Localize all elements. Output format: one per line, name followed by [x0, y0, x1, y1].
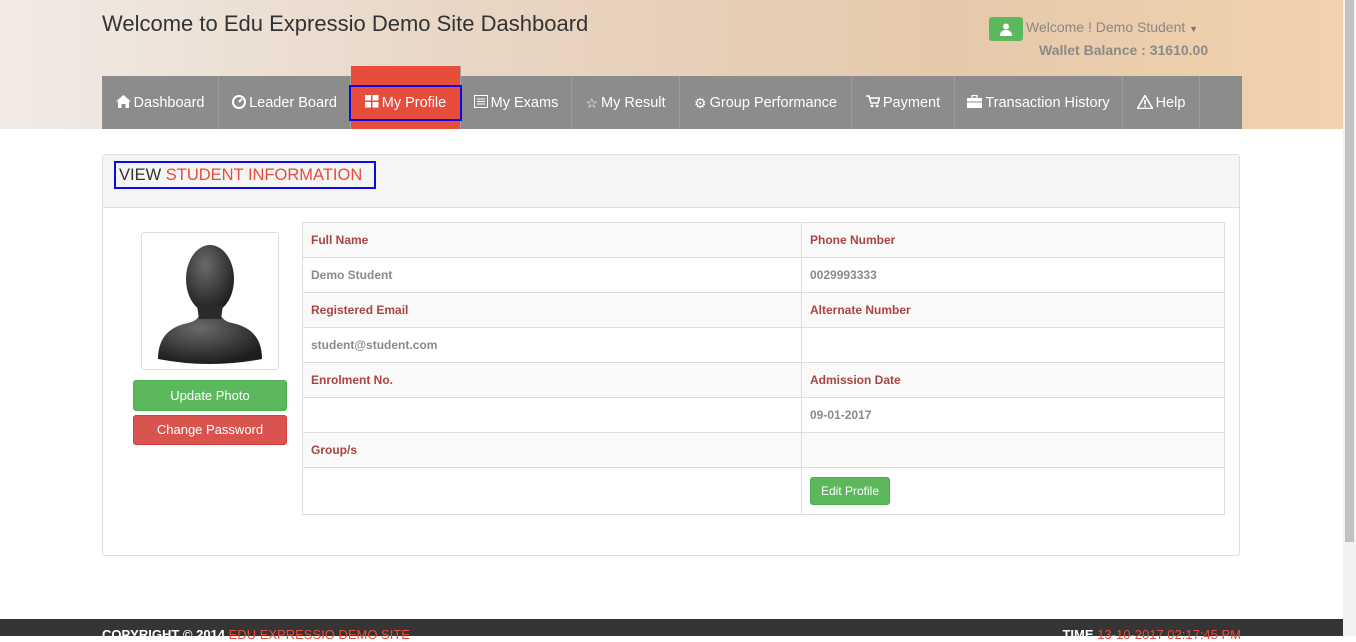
time-label: TIME [1062, 627, 1094, 642]
page-footer: COPYRIGHT © 2014 EDU EXPRESSIO DEMO SITE… [0, 619, 1343, 642]
nav-dashboard[interactable]: Dashboard [102, 76, 219, 129]
nav-label: My Result [601, 94, 666, 111]
student-info-table: Full Name Phone Number Demo Student 0029… [302, 222, 1225, 515]
copyright-site-link[interactable]: EDU EXPRESSIO DEMO SITE [229, 627, 410, 642]
home-icon [115, 95, 131, 110]
table-row: student@student.com [302, 327, 1225, 363]
nav-label: Transaction History [985, 94, 1110, 111]
nav-my-exams[interactable]: My Exams [461, 76, 572, 129]
site-title: Welcome to Edu Expressio Demo Site Dashb… [102, 11, 589, 36]
email-value: student@student.com [302, 327, 802, 363]
alt-phone-value [801, 327, 1225, 363]
table-row: Demo Student 0029993333 [302, 257, 1225, 293]
star-icon: ☆ [585, 94, 599, 111]
table-row: Registered Email Alternate Number [302, 292, 1225, 328]
vertical-scrollbar[interactable] [1343, 0, 1356, 636]
caret-down-icon: ▼ [1189, 24, 1199, 34]
avatar [141, 232, 279, 370]
welcome-dropdown[interactable]: Welcome ! Demo Student ▼ [1026, 19, 1198, 35]
groups-label: Group/s [302, 432, 802, 468]
full-name-label: Full Name [302, 222, 802, 258]
main-navbar: Dashboard Leader Board My Profile My Exa… [102, 66, 1242, 129]
edit-profile-button[interactable]: Edit Profile [810, 477, 891, 505]
nav-help[interactable]: Help [1123, 76, 1200, 129]
full-name-value: Demo Student [302, 257, 802, 293]
active-highlight: My Profile [348, 84, 463, 121]
nav-label: My Exams [490, 94, 559, 111]
nav-leader-board[interactable]: Leader Board [219, 76, 351, 129]
nav-payment[interactable]: Payment [852, 76, 955, 129]
empty-cell [801, 432, 1225, 468]
nav-label: Help [1155, 94, 1186, 111]
cog-icon: ⚙ [694, 94, 707, 111]
time-value: 13-10-2017 02:17:45 PM [1097, 627, 1241, 642]
copyright: COPYRIGHT © 2014 EDU EXPRESSIO DEMO SITE [102, 627, 410, 642]
default-avatar-icon [158, 245, 262, 364]
panel-title-highlight: STUDENT INFORMATION [165, 166, 363, 184]
nav-my-result[interactable]: ☆ My Result [572, 76, 680, 129]
welcome-text: Welcome ! Demo Student [1026, 19, 1186, 35]
groups-value [302, 467, 802, 515]
table-row: Full Name Phone Number [302, 222, 1225, 258]
table-row: 09-01-2017 [302, 397, 1225, 433]
phone-value: 0029993333 [801, 257, 1225, 293]
phone-label: Phone Number [801, 222, 1225, 258]
email-label: Registered Email [302, 292, 802, 328]
table-row: Enrolment No. Admission Date [302, 362, 1225, 398]
change-password-button[interactable]: Change Password [133, 415, 287, 445]
copyright-label: COPYRIGHT © 2014 [102, 627, 226, 642]
student-info-panel: VIEW STUDENT INFORMATION Update Photo Ch… [102, 154, 1240, 556]
admission-label: Admission Date [801, 362, 1225, 398]
enrolment-label: Enrolment No. [302, 362, 802, 398]
nav-group-performance[interactable]: ⚙ Group Performance [680, 76, 852, 129]
user-icon[interactable] [989, 17, 1023, 41]
table-row: Edit Profile [302, 467, 1225, 515]
panel-title-prefix: VIEW [119, 166, 162, 184]
table-row: Group/s [302, 432, 1225, 468]
th-large-icon [364, 95, 379, 110]
enrolment-value [302, 397, 802, 433]
update-photo-button[interactable]: Update Photo [133, 380, 287, 411]
server-time: TIME 13-10-2017 02:17:45 PM [1062, 627, 1241, 642]
nav-label: Payment [882, 94, 941, 111]
nav-label: My Profile [381, 94, 447, 111]
nav-transaction-history[interactable]: Transaction History [955, 76, 1123, 129]
dashboard-gauge-icon [232, 94, 247, 111]
nav-my-profile[interactable]: My Profile [348, 66, 463, 129]
nav-label: Group Performance [709, 94, 837, 111]
list-alt-icon [473, 95, 488, 110]
wallet-balance: Wallet Balance : 31610.00 [1039, 42, 1209, 58]
edit-profile-cell: Edit Profile [801, 467, 1225, 515]
panel-title: VIEW STUDENT INFORMATION [114, 161, 377, 189]
warning-sign-icon [1135, 93, 1154, 111]
admission-value: 09-01-2017 [801, 397, 1225, 433]
shopping-cart-icon [865, 95, 881, 110]
panel-heading: VIEW STUDENT INFORMATION [103, 155, 1239, 208]
nav-label: Leader Board [249, 94, 337, 111]
nav-label: Dashboard [133, 94, 205, 111]
alt-phone-label: Alternate Number [801, 292, 1225, 328]
briefcase-icon [967, 94, 983, 110]
page-header: Welcome to Edu Expressio Demo Site Dashb… [0, 0, 1343, 129]
scrollbar-thumb[interactable] [1345, 0, 1354, 542]
